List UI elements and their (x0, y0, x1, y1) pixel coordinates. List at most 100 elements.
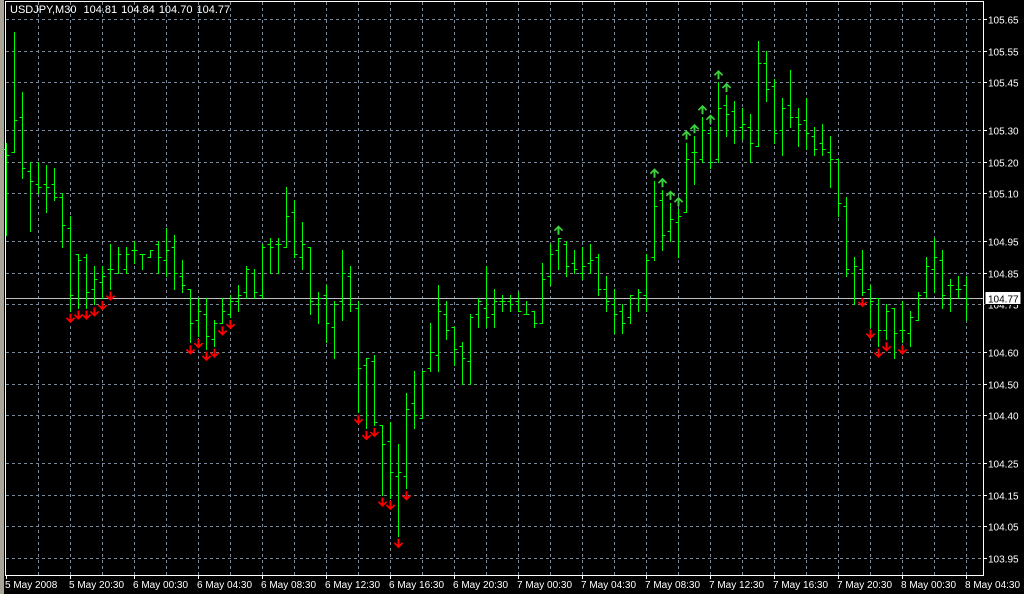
price-chart[interactable]: 105.65 105.55 105.45 105.30 105.20 105.10 104.… (0, 0, 1024, 594)
ohlc-bar (939, 250, 946, 309)
up-arrow-icon (681, 130, 692, 140)
time-tick-label: 6 May 00:30 (133, 580, 188, 591)
down-arrow-icon (193, 339, 204, 349)
ohlc-bar (955, 276, 962, 299)
time-tick-label: 7 May 16:30 (773, 580, 828, 591)
price-tick-label: 104.60 (988, 349, 1019, 360)
ohlc-bar (571, 250, 578, 274)
ohlc-bar (643, 254, 650, 312)
time-tick-label: 6 May 20:30 (453, 580, 508, 591)
ohlc-bar (19, 92, 26, 179)
ohlc-bar (811, 127, 818, 156)
ohlc-bar (635, 289, 642, 312)
ohlc-bar (891, 308, 898, 359)
ohlc-bar (179, 260, 186, 293)
ohlc-bar (443, 301, 450, 340)
price-tick-label: 104.85 (988, 270, 1019, 281)
ohlc-bar (731, 101, 738, 144)
ohlc-bar (27, 162, 34, 232)
ohlc-bars (3, 32, 970, 537)
current-price-label: 104.77 (988, 295, 1019, 306)
low-value: 104.70 (158, 4, 193, 16)
up-arrow-icon (665, 190, 676, 200)
down-arrow-icon (89, 307, 100, 317)
ohlc-bar (139, 254, 146, 270)
down-arrow-icon (385, 500, 396, 511)
down-arrow-icon (217, 326, 228, 336)
ohlc-bar (395, 444, 402, 537)
ohlc-bar (771, 79, 778, 144)
ohlc-bar (459, 342, 466, 385)
time-tick-label: 7 May 12:30 (709, 580, 764, 591)
ohlc-bar (539, 263, 546, 324)
ohlc-bar (107, 244, 114, 290)
up-arrow-icon (705, 114, 716, 124)
ohlc-bar (699, 117, 706, 163)
ohlc-bar (595, 254, 602, 296)
ohlc-bar (339, 250, 346, 321)
chart-header: USDJPY,M30 104.81 104.84 104.70 104.77 (10, 4, 234, 16)
ohlc-bar (499, 295, 506, 312)
ohlc-bar (667, 203, 674, 242)
down-arrow-icon (81, 310, 92, 320)
price-tick-label: 105.10 (988, 190, 1019, 201)
ohlc-bar (491, 289, 498, 328)
ohlc-bar (915, 292, 922, 321)
ohlc-bar (299, 222, 306, 270)
down-arrow-icon (361, 431, 372, 441)
ohlc-bar (83, 254, 90, 309)
ohlc-bar (683, 143, 690, 213)
ohlc-bar (587, 244, 594, 274)
ohlc-bar (715, 82, 722, 163)
down-arrow-icon (225, 320, 236, 330)
ohlc-bar (3, 143, 10, 236)
price-axis[interactable]: 105.65 105.55 105.45 105.30 105.20 105.10 104.… (983, 16, 1019, 566)
ohlc-bar (187, 289, 194, 343)
grid (6, 2, 983, 575)
ohlc-bar (91, 266, 98, 305)
price-tick-label: 103.95 (988, 555, 1019, 566)
ohlc-bar (195, 298, 202, 337)
price-tick-label: 105.20 (988, 159, 1019, 170)
time-tick-label: 7 May 08:30 (645, 580, 700, 591)
up-arrow-icon (721, 82, 732, 93)
ohlc-bar (627, 295, 634, 324)
ohlc-bar (43, 165, 50, 213)
down-arrow-icon (201, 351, 212, 362)
ohlc-bar (219, 298, 226, 324)
price-tick-label: 104.95 (988, 238, 1019, 249)
price-tick-label: 105.55 (988, 48, 1019, 59)
down-arrow-icon (209, 348, 220, 358)
close-value: 104.77 (196, 4, 231, 16)
time-tick-label: 6 May 12:30 (325, 580, 380, 591)
down-arrow-icon (897, 345, 908, 355)
ohlc-bar (131, 241, 138, 264)
ohlc-bar (267, 238, 274, 274)
time-tick-label: 5 May 20:30 (69, 580, 124, 591)
time-tick-label: 7 May 04:30 (581, 580, 636, 591)
ohlc-bar (403, 393, 410, 489)
ohlc-bar (603, 276, 610, 312)
ohlc-bar (163, 228, 170, 277)
ohlc-bar (739, 108, 746, 140)
ohlc-bar (11, 32, 18, 153)
down-arrow-icon (105, 291, 116, 301)
down-arrow-icon (73, 310, 84, 320)
ohlc-bar (779, 98, 786, 156)
time-tick-label: 8 May 00:30 (901, 580, 956, 591)
ohlc-bar (59, 193, 66, 248)
up-arrow-icon (697, 104, 708, 115)
ohlc-bar (515, 292, 522, 312)
down-arrow-icon (185, 345, 196, 355)
ohlc-bar (923, 257, 930, 299)
ohlc-bar (547, 244, 554, 286)
ohlc-bar (523, 301, 530, 315)
down-arrow-icon (857, 297, 868, 308)
ohlc-bar (211, 320, 218, 347)
ohlc-bar (67, 216, 74, 312)
ohlc-bar (331, 301, 338, 359)
time-tick-label: 5 May 2008 (5, 580, 58, 591)
ohlc-bar (611, 289, 618, 334)
ohlc-bar (203, 298, 210, 350)
time-axis[interactable]: 5 May 2008 5 May 20:30 6 May 00:30 6 May 04… (5, 575, 1020, 591)
